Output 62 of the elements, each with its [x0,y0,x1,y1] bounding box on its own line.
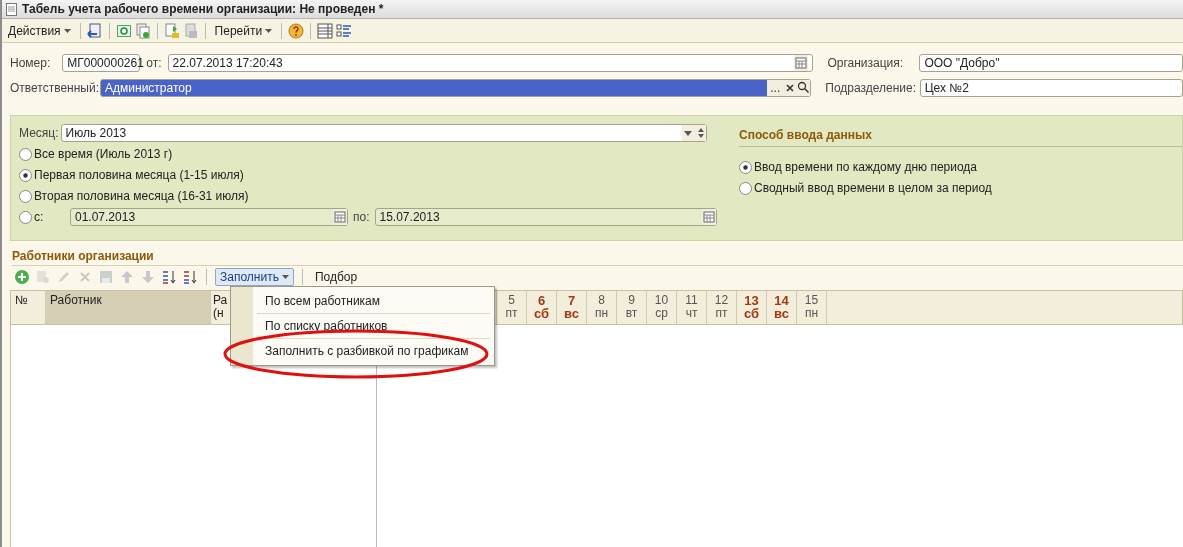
radio-button[interactable] [19,147,32,161]
day-column-header[interactable]: 5 пт [497,291,527,324]
division-field[interactable]: Цех №2 [919,78,1183,97]
field-label: Номер: [10,55,51,70]
radio-button[interactable] [739,160,752,174]
menu-item[interactable]: По списку работников [257,314,490,339]
caret-icon[interactable] [265,28,273,33]
goto-menu[interactable]: Перейти [211,22,276,39]
menu-item[interactable]: Заполнить с разбивкой по графикам [257,339,490,363]
day-column-header[interactable]: 11 чт [677,291,707,324]
section-title: Работники организации [12,249,1183,266]
post-document-icon[interactable] [163,22,180,39]
window-title: Табель учета рабочего времени организации: Не проведен * [22,2,384,16]
move-down-icon[interactable] [140,268,156,285]
move-up-icon[interactable] [119,268,135,285]
day-column-header[interactable]: 7 вс [557,291,587,324]
day-column-header[interactable]: 14 вс [767,291,797,324]
day-column-header[interactable]: 15 пн [797,291,827,324]
radio-button[interactable] [19,189,32,203]
caret-icon[interactable] [281,274,289,279]
day-column-header[interactable]: 12 пт [707,291,737,324]
table-rows-icon[interactable] [317,22,334,39]
document-icon [6,2,17,16]
fill-button[interactable]: Заполнить [215,267,294,286]
sort-ascending-icon[interactable] [161,268,177,285]
field-label: от: [146,55,162,70]
sort-descending-icon[interactable] [182,268,198,285]
day-column-header[interactable]: 13 сб [737,291,767,324]
radio-label[interactable]: Все время (Июль 2013 г) [34,147,173,161]
date-field[interactable]: 22.07.2013 17:20:43 [167,53,814,72]
month-field[interactable]: Июль 2013 [60,123,707,142]
radio-button[interactable] [739,181,752,195]
radio-label[interactable]: Ввод времени по каждому дню периода [754,160,977,174]
checklist-icon[interactable] [336,22,353,39]
day-column-header[interactable]: 8 пн [587,291,617,324]
field-label: по: [353,210,370,224]
day-column-header[interactable]: 9 вт [617,291,647,324]
radio-label[interactable]: Вторая половина месяца (16-31 июля) [34,189,249,203]
add-icon[interactable] [14,268,30,285]
column-header[interactable]: Работник [46,291,211,324]
radio-label[interactable]: Первая половина месяца (1-15 июля) [34,168,244,182]
calendar-icon[interactable] [794,54,809,71]
unpost-document-icon[interactable] [182,22,199,39]
field-label: Организация: [827,55,905,70]
organization-field[interactable]: ООО "Добро" [919,53,1183,72]
help-icon[interactable] [288,22,305,39]
field-label: Ответственный: [10,80,100,95]
menu-item[interactable]: По всем работникам [257,289,490,314]
field-label: Месяц: [19,125,59,140]
caret-icon[interactable] [63,28,71,33]
section-title: Способ ввода данных [739,123,1182,147]
search-icon[interactable] [797,81,811,94]
clear-icon[interactable] [785,82,796,93]
day-column-header[interactable]: 10 ср [647,291,677,324]
copy-document-icon[interactable] [134,22,151,39]
radio-label[interactable]: Сводный ввод времени в целом за период [754,181,992,195]
radio-button[interactable] [19,168,32,182]
field-label: Подразделение: [825,80,914,95]
pick-button[interactable]: Подбор [310,268,362,285]
responsible-field[interactable]: Администратор ... [100,78,812,97]
actions-menu[interactable]: Действия [5,22,74,39]
day-column-header[interactable]: 6 сб [527,291,557,324]
